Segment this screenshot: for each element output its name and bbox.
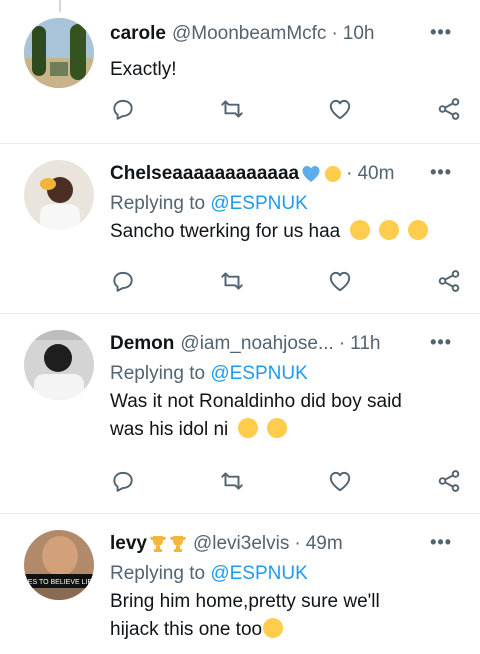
thinking-face-icon: [408, 220, 429, 240]
timestamp[interactable]: 11h: [350, 332, 380, 356]
tweet-1[interactable]: carole @MoonbeamMcfc · 10h Exactly! •••: [0, 0, 480, 144]
share-icon: [438, 270, 460, 292]
share-button[interactable]: [436, 96, 462, 122]
tweet-3[interactable]: Demon @iam_noahjose... · 11h Replying to…: [0, 314, 480, 514]
share-button[interactable]: [436, 468, 462, 494]
user-handle[interactable]: @MoonbeamMcfc: [172, 22, 326, 46]
tweet-text: Sancho twerking for us haa: [110, 218, 462, 246]
display-name[interactable]: carole: [110, 22, 166, 46]
like-button[interactable]: [327, 268, 353, 294]
tweet-text-line: Sancho twerking for us haa: [110, 221, 341, 242]
like-button[interactable]: [327, 468, 353, 494]
timestamp[interactable]: 40m: [357, 162, 394, 186]
tweet-text-line: hijack this one too: [110, 619, 263, 640]
avatar-caption: IES TO BELIEVE LIE: [26, 579, 93, 586]
display-name[interactable]: Demon: [110, 332, 174, 356]
timestamp[interactable]: 49m: [306, 532, 343, 556]
reply-icon: [113, 471, 133, 492]
like-button[interactable]: [327, 96, 353, 122]
reply-icon: [113, 271, 133, 292]
trophy-icon: [149, 536, 166, 552]
like-icon: [330, 99, 351, 120]
tweet-4[interactable]: IES TO BELIEVE LIE levy @levi3elvis · 49…: [0, 514, 480, 654]
share-button[interactable]: [436, 268, 462, 294]
user-handle[interactable]: @levi3elvis: [193, 532, 289, 556]
share-icon: [438, 98, 460, 120]
tweet-header: levy @levi3elvis · 49m: [110, 532, 462, 556]
separator-dot: ·: [294, 533, 301, 554]
reply-button[interactable]: [110, 96, 136, 122]
mention-link[interactable]: @ESPNUK: [210, 363, 307, 384]
share-icon: [438, 470, 460, 492]
avatar[interactable]: [24, 330, 94, 400]
tears-of-joy-icon: [263, 618, 284, 638]
user-handle[interactable]: @iam_noahjose...: [180, 332, 333, 356]
replying-to: Replying to @ESPNUK: [110, 560, 462, 588]
replying-to-label: Replying to: [110, 363, 211, 384]
avatar-levy-icon: IES TO BELIEVE LIE: [24, 530, 94, 600]
avatar[interactable]: IES TO BELIEVE LIE: [24, 530, 94, 600]
trophy-icon: [169, 536, 186, 552]
face-emoji-icon: [325, 166, 342, 182]
more-options-button[interactable]: •••: [430, 22, 452, 43]
separator-dot: ·: [338, 333, 346, 354]
mention-link[interactable]: @ESPNUK: [210, 563, 307, 584]
tweet-text-line: Was it not Ronaldinho did boy said: [110, 391, 402, 412]
replying-to-label: Replying to: [110, 193, 211, 214]
retweet-icon: [220, 100, 243, 118]
tweet-text: Exactly!: [110, 56, 462, 84]
tweet-text-line: Exactly!: [110, 59, 177, 80]
tears-of-joy-icon: [378, 220, 399, 240]
tears-of-joy-icon: [237, 418, 258, 438]
display-name[interactable]: Chelseaaaaaaaaaaaa: [110, 162, 299, 186]
tweet-text-line: Bring him home,pretty sure we'll: [110, 591, 380, 612]
like-icon: [330, 271, 351, 292]
retweet-button[interactable]: [219, 468, 245, 494]
tweet-text: Was it not Ronaldinho did boy said was h…: [110, 388, 462, 444]
tweet-text: Bring him home,pretty sure we'll hijack …: [110, 588, 462, 644]
mention-link[interactable]: @ESPNUK: [210, 193, 307, 214]
tweet-actions: [110, 268, 462, 294]
avatar-carole-icon: [24, 18, 94, 88]
retweet-icon: [220, 272, 243, 290]
tears-of-joy-icon: [349, 220, 370, 240]
replying-to-label: Replying to: [110, 563, 211, 584]
separator-dot: ·: [331, 23, 338, 44]
tweet-header: Demon @iam_noahjose... · 11h: [110, 332, 462, 356]
separator-dot: ·: [346, 163, 353, 184]
tweet-header: carole @MoonbeamMcfc · 10h: [110, 22, 462, 46]
more-options-button[interactable]: •••: [430, 162, 452, 183]
avatar[interactable]: [24, 160, 94, 230]
tweet-actions: [110, 96, 462, 122]
tweet-header: Chelseaaaaaaaaaaaa · 40m: [110, 162, 462, 186]
reply-icon: [113, 99, 133, 120]
reply-button[interactable]: [110, 468, 136, 494]
more-options-button[interactable]: •••: [430, 332, 452, 353]
like-icon: [330, 471, 351, 492]
tears-of-joy-icon: [266, 418, 287, 438]
avatar[interactable]: [24, 18, 94, 88]
replying-to: Replying to @ESPNUK: [110, 360, 462, 388]
retweet-button[interactable]: [219, 96, 245, 122]
retweet-button[interactable]: [219, 268, 245, 294]
replying-to: Replying to @ESPNUK: [110, 190, 462, 218]
tweet-actions: [110, 468, 462, 494]
reply-button[interactable]: [110, 268, 136, 294]
more-options-button[interactable]: •••: [430, 532, 452, 553]
tweet-2[interactable]: Chelseaaaaaaaaaaaa · 40m Replying to @ES…: [0, 144, 480, 314]
retweet-icon: [220, 472, 243, 490]
tweet-text-line: was his idol ni: [110, 419, 229, 440]
timestamp[interactable]: 10h: [343, 22, 375, 46]
display-name[interactable]: levy: [110, 532, 147, 556]
avatar-demon-icon: [24, 330, 94, 400]
blue-heart-icon: [302, 166, 320, 182]
avatar-chelsea-icon: [24, 160, 94, 230]
